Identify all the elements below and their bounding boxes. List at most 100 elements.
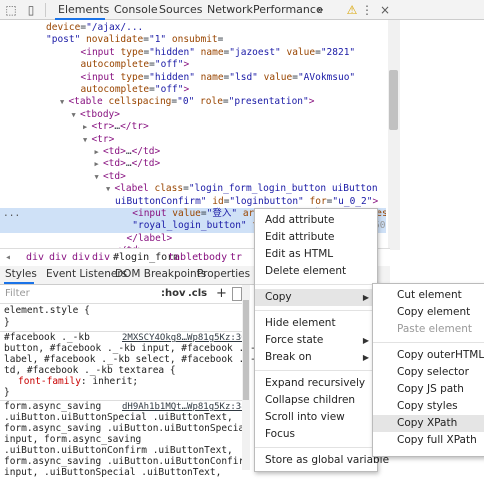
menu-item-label: Copy JS path: [397, 383, 464, 395]
tab-properties[interactable]: Properties: [197, 266, 250, 283]
menu-item-scroll-into-view[interactable]: Scroll into view: [255, 409, 377, 426]
code-token: for: [309, 195, 327, 207]
code-token: value: [286, 46, 316, 58]
menu-item-add-attribute[interactable]: Add attribute: [255, 212, 377, 229]
filter-input[interactable]: Filter: [5, 285, 30, 303]
kebab-icon[interactable]: ⋮: [360, 3, 374, 17]
breadcrumb-item[interactable]: div: [92, 250, 110, 265]
tab-styles[interactable]: Styles: [5, 266, 37, 283]
collapse-arrow-icon[interactable]: ▼: [72, 111, 80, 119]
tab-dom-breakpoints[interactable]: DOM Breakpoints: [115, 266, 206, 283]
breadcrumb-item[interactable]: div: [26, 250, 44, 265]
dom-node-line[interactable]: ▶ <td>…</td>: [0, 158, 386, 170]
code-token: autocomplete: [80, 84, 150, 95]
dom-node-line[interactable]: device="/ajax/...: [0, 22, 386, 34]
dom-node-line[interactable]: ▶ <tr>…</tr>: [0, 121, 386, 133]
breadcrumb-scroll-left[interactable]: ◂: [5, 250, 11, 265]
copy-item-copy-js-path[interactable]: Copy JS path: [373, 381, 484, 398]
more-tabs-button[interactable]: »: [315, 0, 326, 19]
menu-item-force-state[interactable]: Force state ▶: [255, 332, 377, 349]
code-token: "u_0_2": [332, 195, 373, 207]
copy-item-copy-outerhtml[interactable]: Copy outerHTML: [373, 347, 484, 364]
active-tab-indicator: [4, 282, 34, 284]
copy-item-paste-element: Paste element: [373, 321, 484, 338]
close-icon[interactable]: ×: [378, 3, 392, 17]
tab-performance[interactable]: Performance: [251, 0, 325, 19]
computed-sidebar-icon[interactable]: [232, 287, 242, 301]
copy-item-copy-styles[interactable]: Copy styles: [373, 398, 484, 415]
inspect-icon[interactable]: ⬚: [4, 3, 18, 17]
tab-network[interactable]: Network: [205, 0, 255, 19]
code-token: "jazoest": [229, 46, 287, 58]
rule-source-link[interactable]: dH9Ah1b1MQt…Wp81g5Kz:38: [122, 402, 247, 412]
menu-item-label: Edit attribute: [265, 231, 335, 243]
breadcrumb-item[interactable]: tr: [230, 250, 242, 265]
menu-item-label: Collapse children: [265, 394, 356, 406]
cls-toggle[interactable]: .cls: [188, 285, 207, 303]
menu-item-label: Copy full XPath: [397, 434, 477, 446]
code-token: "AVokmsuo": [297, 71, 356, 83]
collapse-arrow-icon[interactable]: ▼: [95, 173, 103, 181]
elements-scrollbar-thumb[interactable]: [389, 70, 398, 130]
code-token: "0": [177, 96, 201, 108]
expand-arrow-icon[interactable]: ▶: [95, 160, 103, 168]
menu-item-expand-recursively[interactable]: Expand recursively: [255, 375, 377, 392]
rule-source-link[interactable]: 2MXSCY4Okg8…Wp81g5Kz:30: [122, 333, 247, 343]
dom-node-line[interactable]: ▼ <tbody>: [0, 109, 386, 121]
menu-item-break-on[interactable]: Break on ▶: [255, 349, 377, 366]
menu-item-edit-as-html[interactable]: Edit as HTML: [255, 246, 377, 263]
styles-scrollbar-thumb[interactable]: [243, 300, 249, 400]
menu-separator: [255, 284, 377, 285]
code-token: name: [200, 71, 224, 83]
rule-selector-line: td, #facebook ._-kb textarea {: [4, 365, 176, 376]
hov-toggle[interactable]: :hov: [161, 285, 186, 303]
expand-arrow-icon[interactable]: ▶: [95, 148, 103, 156]
dom-node-line[interactable]: ▼ <table cellspacing="0" role="presentat…: [0, 96, 386, 108]
menu-item-hide-element[interactable]: Hide element: [255, 315, 377, 332]
dom-node-line[interactable]: ▶ <td>…</td>: [0, 146, 386, 158]
css-declaration[interactable]: font-family: inherit;: [18, 376, 138, 388]
menu-item-label: Edit as HTML: [265, 248, 334, 260]
menu-item-label: Copy selector: [397, 366, 469, 378]
tab-sources[interactable]: Sources: [157, 0, 205, 19]
dom-node-line[interactable]: "post" novalidate="1" onsubmit=: [0, 34, 386, 46]
breadcrumb-item[interactable]: tbody: [197, 250, 227, 265]
breadcrumb-item[interactable]: table: [168, 250, 198, 265]
breadcrumb-item[interactable]: div: [72, 250, 90, 265]
copy-item-copy-xpath[interactable]: Copy XPath: [373, 415, 484, 432]
code-token: value: [263, 71, 293, 83]
menu-item-label: Paste element: [397, 323, 472, 335]
code-token: class: [154, 183, 184, 195]
menu-item-copy[interactable]: Copy ▶: [255, 289, 377, 306]
dom-node-line[interactable]: uiButtonConfirm" id="loginbutton" for="u…: [0, 196, 386, 208]
breadcrumb-item[interactable]: div: [49, 250, 67, 265]
dom-node-line[interactable]: ▼ <label class="login_form_login_button …: [0, 183, 386, 195]
menu-item-delete-element[interactable]: Delete element: [255, 263, 377, 280]
dom-node-line[interactable]: autocomplete="off">: [0, 84, 386, 96]
dom-node-line[interactable]: <input type="hidden" name="jazoest" valu…: [0, 47, 386, 59]
menu-item-edit-attribute[interactable]: Edit attribute: [255, 229, 377, 246]
code-token: <td>: [102, 170, 126, 182]
dom-node-line[interactable]: ▼ <tr>: [0, 134, 386, 146]
code-token: value: [172, 208, 201, 219]
dom-node-line[interactable]: <input type="hidden" name="lsd" value="A…: [0, 72, 386, 84]
menu-item-focus[interactable]: Focus: [255, 426, 377, 443]
tab-console[interactable]: Console: [112, 0, 160, 19]
device-icon[interactable]: ▯: [24, 3, 38, 17]
copy-item-copy-element[interactable]: Copy element: [373, 304, 484, 321]
code-token: <td>: [102, 158, 126, 170]
copy-item-cut-element[interactable]: Cut element: [373, 287, 484, 304]
dom-node-line[interactable]: autocomplete="off">: [0, 59, 386, 71]
menu-item-store-as-global-variable[interactable]: Store as global variable: [255, 452, 389, 469]
menu-item-collapse-children[interactable]: Collapse children: [255, 392, 377, 409]
code-token: "off": [154, 59, 184, 71]
elements-scrollbar[interactable]: [388, 20, 400, 250]
copy-item-copy-full-xpath[interactable]: Copy full XPath: [373, 432, 484, 449]
copy-item-copy-selector[interactable]: Copy selector: [373, 364, 484, 381]
styles-filter-bar: Filter :hov .cls +: [0, 285, 242, 304]
tab-elements[interactable]: Elements: [56, 0, 111, 19]
code-token: id: [212, 195, 224, 207]
dom-node-line[interactable]: ▼ <td>: [0, 171, 386, 183]
new-rule-button[interactable]: +: [216, 285, 227, 303]
warning-icon[interactable]: ⚠: [345, 3, 359, 17]
